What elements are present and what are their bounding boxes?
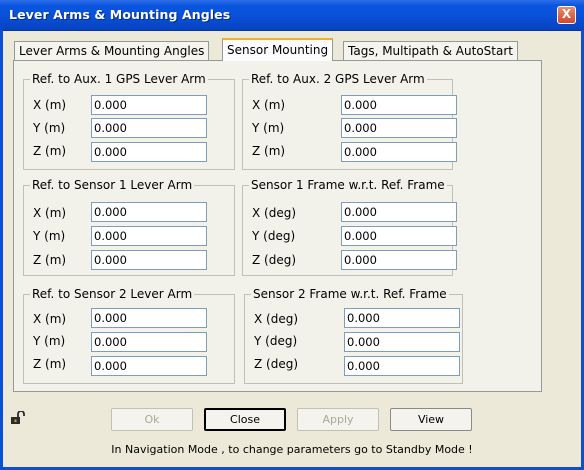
group-sensor1-frame: Sensor 1 Frame w.r.t. Ref. Frame X (deg)… xyxy=(242,178,457,276)
sensor2-lever-x-field[interactable] xyxy=(91,308,207,328)
group-title: Ref. to Aux. 2 GPS Lever Arm xyxy=(249,72,427,86)
group-sensor2-lever-arm: Ref. to Sensor 2 Lever Arm X (m) Y (m) Z… xyxy=(23,287,235,384)
apply-button[interactable]: Apply xyxy=(297,408,379,431)
aux2-z-field[interactable] xyxy=(341,142,457,162)
group-title: Sensor 1 Frame w.r.t. Ref. Frame xyxy=(249,178,447,192)
sensor1-frame-z-field[interactable] xyxy=(341,250,457,270)
y-label: Y (m) xyxy=(252,121,285,135)
group-title: Ref. to Aux. 1 GPS Lever Arm xyxy=(30,72,208,86)
sensor1-frame-x-field[interactable] xyxy=(341,202,457,222)
sensor1-lever-y-field[interactable] xyxy=(91,226,207,246)
ok-button[interactable]: Ok xyxy=(111,408,193,431)
x-label: X (m) xyxy=(33,98,67,112)
sensor1-frame-y-field[interactable] xyxy=(341,226,457,246)
y-label: Y (m) xyxy=(33,121,66,135)
group-aux2-lever-arm: Ref. to Aux. 2 GPS Lever Arm X (m) Y (m)… xyxy=(242,72,457,170)
x-label: X (deg) xyxy=(254,312,299,326)
group-title: Ref. to Sensor 1 Lever Arm xyxy=(30,178,195,192)
group-sensor1-lever-arm: Ref. to Sensor 1 Lever Arm X (m) Y (m) Z… xyxy=(23,178,235,276)
aux1-x-field[interactable] xyxy=(91,95,207,115)
group-title: Ref. to Sensor 2 Lever Arm xyxy=(30,287,195,301)
x-label: X (deg) xyxy=(252,206,297,220)
y-label: Y (m) xyxy=(33,229,66,243)
aux1-y-field[interactable] xyxy=(91,118,207,138)
x-label: X (m) xyxy=(252,98,286,112)
tab-sensor-mounting[interactable]: Sensor Mounting xyxy=(222,38,334,61)
sensor2-frame-x-field[interactable] xyxy=(344,308,460,328)
y-label: Y (deg) xyxy=(252,229,296,243)
aux2-y-field[interactable] xyxy=(341,118,457,138)
group-title: Sensor 2 Frame w.r.t. Ref. Frame xyxy=(251,287,449,301)
title-bar: Lever Arms & Mounting Angles X xyxy=(0,0,584,31)
sensor2-lever-y-field[interactable] xyxy=(91,332,207,352)
sensor2-frame-y-field[interactable] xyxy=(344,332,460,352)
close-icon[interactable]: X xyxy=(557,6,576,24)
group-sensor2-frame: Sensor 2 Frame w.r.t. Ref. Frame X (deg)… xyxy=(244,287,463,384)
tab-tags-multipath[interactable]: Tags, Multipath & AutoStart xyxy=(343,41,518,60)
aux2-x-field[interactable] xyxy=(341,95,457,115)
sensor1-lever-z-field[interactable] xyxy=(91,250,207,270)
x-label: X (m) xyxy=(33,206,67,220)
z-label: Z (deg) xyxy=(252,253,297,267)
sensor2-frame-z-field[interactable] xyxy=(344,356,460,376)
z-label: Z (m) xyxy=(33,357,67,371)
y-label: Y (deg) xyxy=(254,334,298,348)
z-label: Z (deg) xyxy=(254,357,299,371)
group-aux1-lever-arm: Ref. to Aux. 1 GPS Lever Arm X (m) Y (m)… xyxy=(23,72,235,170)
z-label: Z (m) xyxy=(33,253,67,267)
close-button[interactable]: Close xyxy=(204,408,286,431)
status-message: In Navigation Mode , to change parameter… xyxy=(111,443,473,456)
aux1-z-field[interactable] xyxy=(91,142,207,162)
x-label: X (m) xyxy=(33,312,67,326)
z-label: Z (m) xyxy=(252,144,286,158)
tab-panel: Ref. to Aux. 1 GPS Lever Arm X (m) Y (m)… xyxy=(13,60,542,392)
z-label: Z (m) xyxy=(33,144,67,158)
y-label: Y (m) xyxy=(33,334,66,348)
sensor2-lever-z-field[interactable] xyxy=(91,356,207,376)
tab-lever-arms[interactable]: Lever Arms & Mounting Angles xyxy=(14,41,210,60)
lock-icon xyxy=(11,411,25,424)
window-title: Lever Arms & Mounting Angles xyxy=(9,7,231,22)
sensor1-lever-x-field[interactable] xyxy=(91,202,207,222)
view-button[interactable]: View xyxy=(390,408,472,431)
